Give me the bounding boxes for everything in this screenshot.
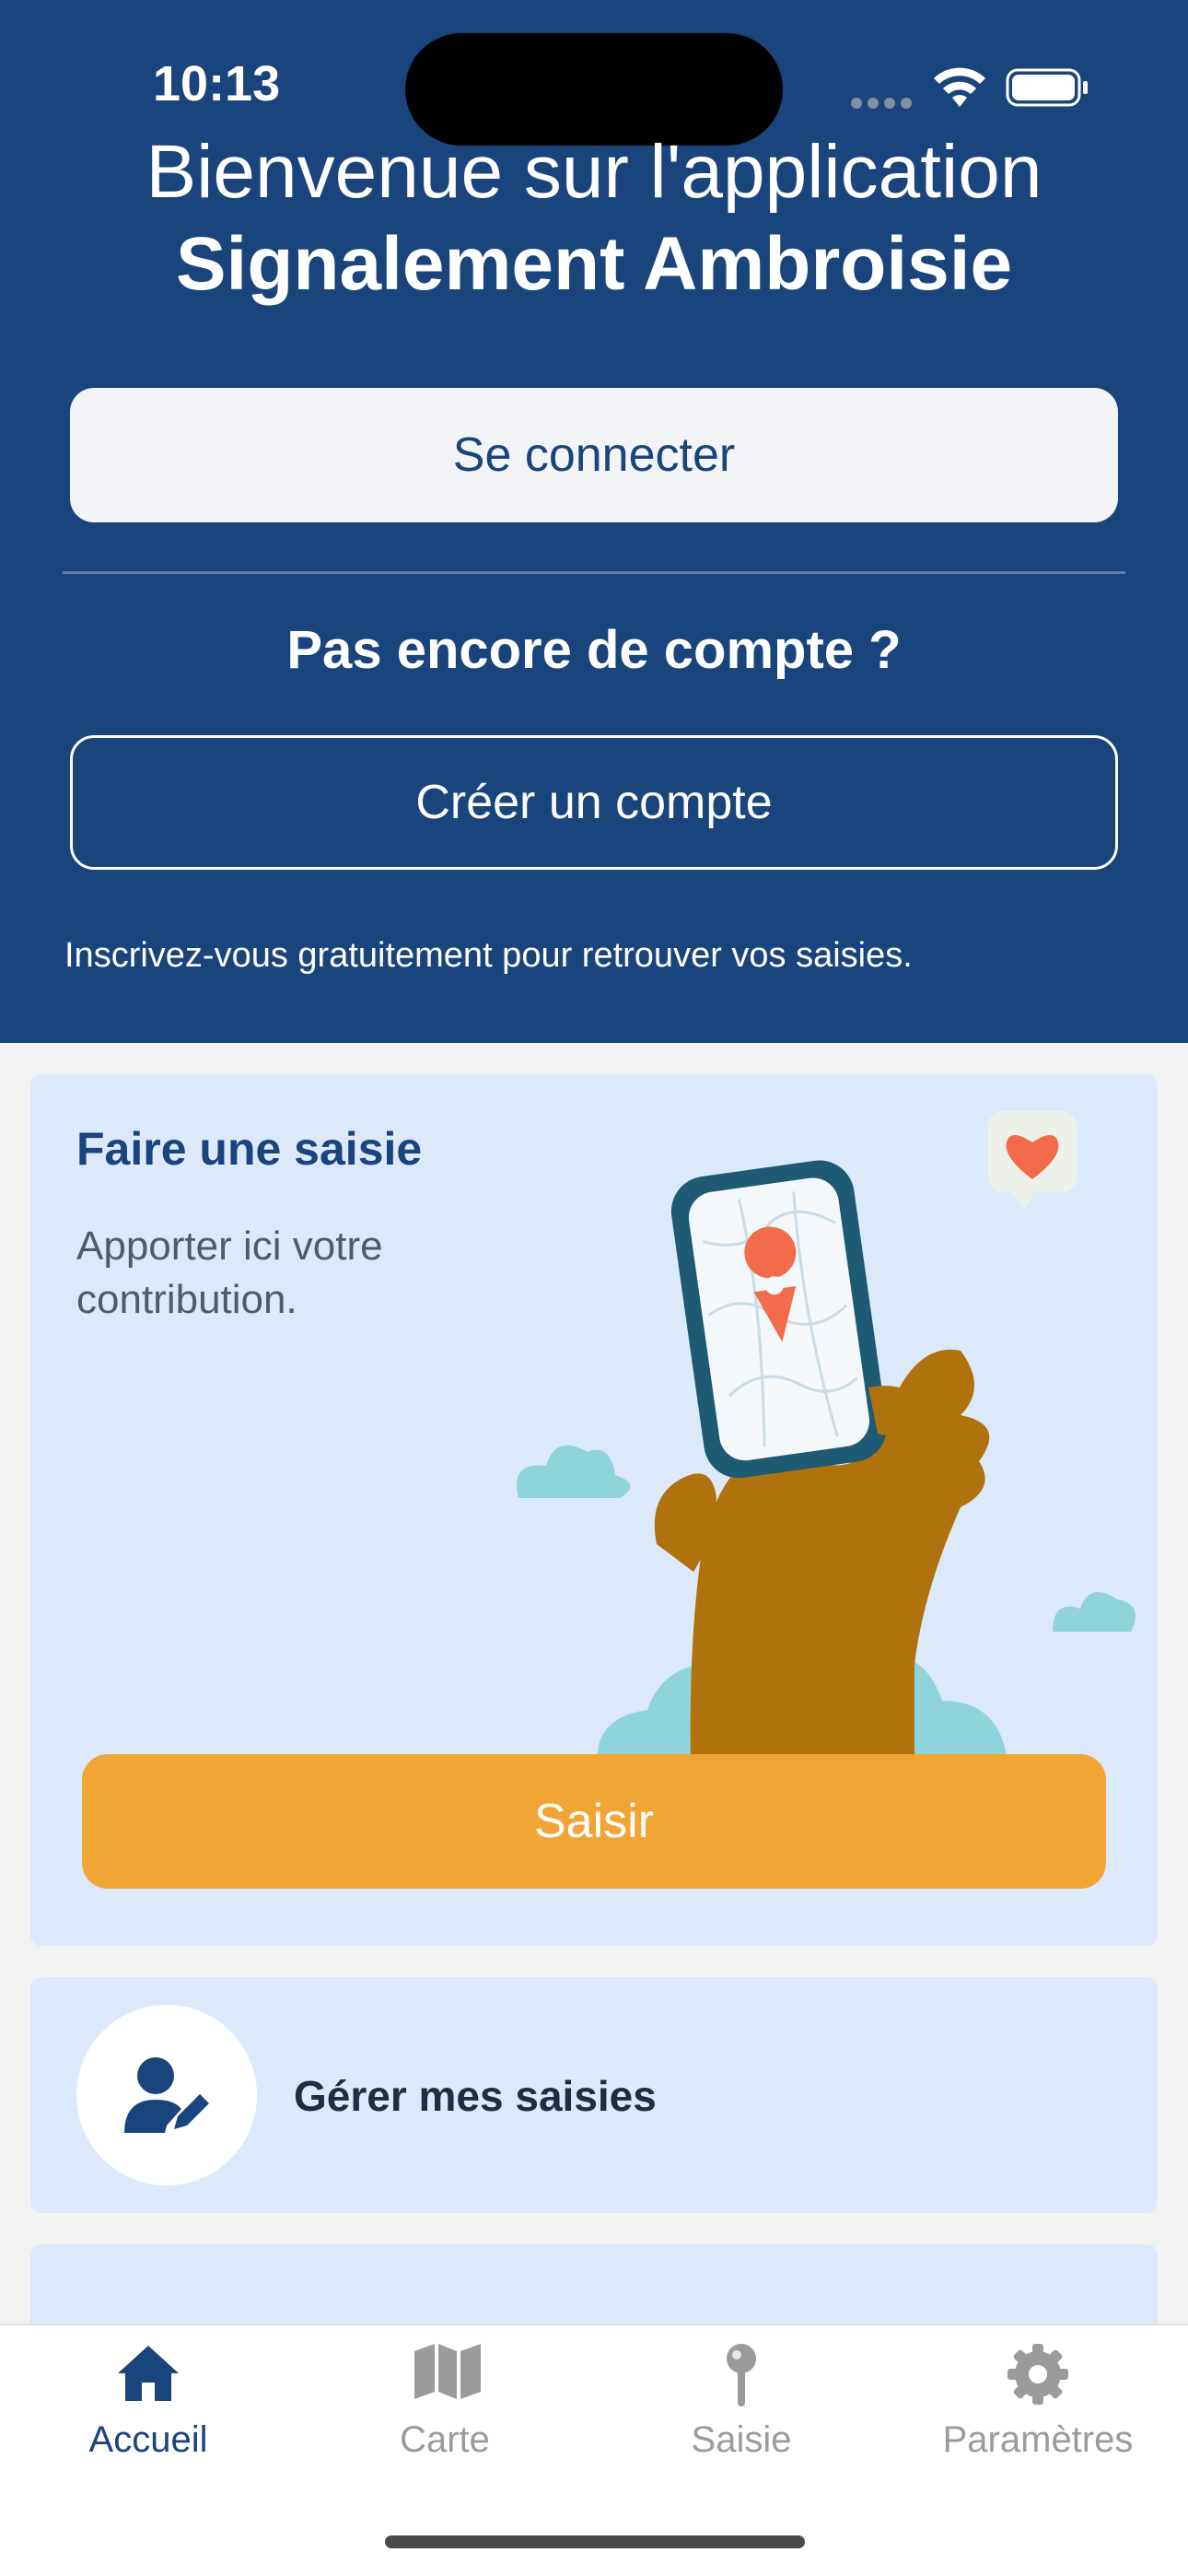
- entry-card-title: Faire une saisie: [76, 1123, 423, 1175]
- tab-label-carte: Carte: [400, 2419, 490, 2460]
- app-name-title: Signalement Ambroisie: [175, 222, 1013, 306]
- tab-accueil[interactable]: Accueil: [0, 2325, 297, 2510]
- home-indicator: [385, 2535, 805, 2548]
- manage-entries-label: Gérer mes saisies: [294, 2072, 657, 2120]
- entry-card: Faire une saisie Apporter ici votre cont…: [30, 1074, 1158, 1946]
- manage-entries-card[interactable]: Gérer mes saisies: [30, 1977, 1158, 2213]
- welcome-title: Bienvenue sur l'application: [146, 130, 1042, 214]
- create-account-button[interactable]: Créer un compte: [70, 735, 1118, 870]
- login-button[interactable]: Se connecter: [70, 388, 1118, 522]
- gear-icon: [1007, 2344, 1068, 2405]
- pin-icon: [727, 2344, 756, 2406]
- tab-label-parametres: Paramètres: [942, 2419, 1134, 2460]
- tab-label-accueil: Accueil: [88, 2419, 208, 2460]
- battery-icon: [1006, 68, 1088, 107]
- tab-parametres[interactable]: Paramètres: [890, 2325, 1186, 2510]
- user-edit-icon: [76, 2005, 257, 2185]
- wifi-icon: [934, 67, 985, 107]
- tab-saisie[interactable]: Saisie: [593, 2325, 890, 2510]
- home-icon: [118, 2346, 179, 2401]
- saisir-button[interactable]: Saisir: [82, 1754, 1106, 1889]
- signup-note: Inscrivez-vous gratuitement pour retrouv…: [64, 936, 913, 975]
- tab-label-saisie: Saisie: [691, 2419, 792, 2460]
- entry-card-description: Apporter ici votre contribution.: [76, 1224, 383, 1322]
- tab-carte[interactable]: Carte: [297, 2325, 593, 2510]
- header: 10:13 Bienvenue sur l'application Signal…: [0, 0, 1188, 1043]
- no-account-heading: Pas encore de compte ?: [286, 620, 902, 680]
- divider: [63, 571, 1125, 574]
- status-time: 10:13: [153, 56, 281, 111]
- map-icon: [414, 2344, 481, 2399]
